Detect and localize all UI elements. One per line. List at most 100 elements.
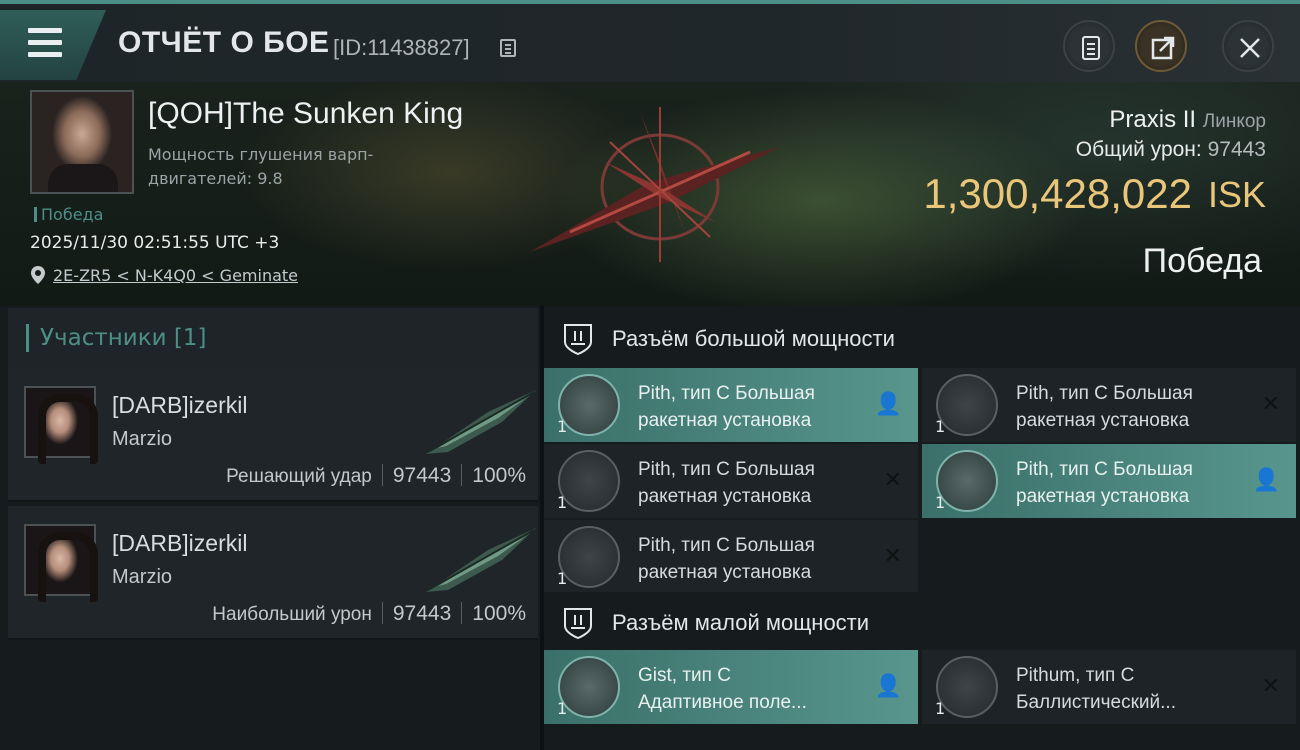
location-pin-icon: [31, 266, 45, 284]
participant-stats: Решающий удар 97443 100%: [226, 464, 526, 488]
participant-ship: Marzio: [112, 566, 173, 588]
participant-damage: 97443: [392, 464, 452, 487]
close-button[interactable]: [1222, 20, 1274, 72]
share-icon: [1151, 36, 1175, 60]
location-link[interactable]: 2E-ZR5 < N-K4Q0 < Geminate: [53, 266, 298, 285]
destroyed-x-icon: ✕: [883, 468, 902, 493]
module-item[interactable]: 1 Pith, тип C Большая ракетная установка …: [544, 520, 918, 594]
module-name: Pith, тип C Большая ракетная установка: [638, 380, 868, 434]
killmail-summary: [QOH]The Sunken King Мощность глушения в…: [0, 82, 1300, 306]
isk-value: 1,300,428,022: [923, 170, 1192, 217]
ship-render: [530, 107, 780, 262]
high-slot-header: Разъём большой мощности: [544, 308, 1300, 370]
module-name-line1: Gist, тип C: [638, 665, 731, 686]
warp-scramble-strength: Мощность глушения варп-двигателей: 9.8: [148, 145, 374, 188]
copy-icon[interactable]: [500, 39, 516, 57]
module-qty: 1: [557, 493, 568, 512]
module-qty: 1: [557, 569, 568, 588]
ship-class: Линкор: [1202, 111, 1266, 132]
low-slot-shield-icon: [564, 608, 592, 640]
launcher-icon: [558, 374, 620, 436]
report-id: [ID:11438827]: [333, 35, 470, 60]
module-name-line1: Pith, тип C Большая: [638, 459, 815, 480]
module-qty: 1: [557, 699, 568, 718]
module-name-line2: ракетная установка: [1016, 486, 1190, 507]
victim-name[interactable]: [QOH]The Sunken King: [148, 97, 463, 131]
launcher-icon: [936, 374, 998, 436]
low-slot-header: Разъём малой мощности: [544, 592, 1300, 654]
report-button[interactable]: [1063, 20, 1115, 72]
participant-card[interactable]: [DARB]izerkil Marzio Решающий удар 97443 1…: [8, 368, 538, 502]
module-item[interactable]: 1 Pith, тип C Большая ракетная установка …: [544, 444, 918, 518]
participant-name: [DARB]izerkil: [112, 392, 248, 418]
participant-ship: Marzio: [112, 428, 173, 450]
total-damage: Общий урон: 97443: [1076, 138, 1266, 162]
menu-icon-bar: [28, 40, 62, 45]
low-slot-title: Разъём малой мощности: [612, 610, 870, 635]
page-title: ОТЧЁТ О БОЕ: [118, 26, 330, 59]
kill-datetime: 2025/11/30 02:51:55 UTC +3: [30, 233, 280, 253]
module-qty: 1: [935, 493, 946, 512]
participant-percent: 100%: [472, 602, 526, 625]
high-slot-shield-icon: [564, 324, 592, 356]
isk-unit: ISK: [1207, 174, 1266, 215]
avatar: [24, 386, 98, 464]
total-damage-label: Общий урон:: [1075, 138, 1202, 161]
module-qty: 1: [935, 699, 946, 718]
share-button[interactable]: [1135, 20, 1187, 72]
participant-ship-render: [426, 390, 536, 454]
menu-button[interactable]: [0, 10, 106, 80]
close-icon: [1240, 38, 1260, 58]
dropped-person-icon: 👤: [1252, 468, 1280, 493]
module-name: Pith, тип C Большая ракетная установка: [638, 456, 868, 510]
participant-role: Решающий удар: [226, 466, 372, 487]
destroyed-x-icon: ✕: [1261, 674, 1280, 699]
module-name-line1: Pith, тип C Большая: [1016, 383, 1193, 404]
destroyed-x-icon: ✕: [883, 544, 902, 569]
avatar: [24, 524, 98, 602]
shield-module-icon: [558, 656, 620, 718]
module-name: Pith, тип C Большая ракетная установка: [1016, 380, 1246, 434]
menu-icon-bar: [28, 52, 62, 57]
ballistic-module-icon: [936, 656, 998, 718]
victim-ship[interactable]: Praxis II Линкор: [1109, 106, 1266, 134]
module-name-line2: Баллистический...: [1016, 692, 1176, 713]
module-item[interactable]: 1 Pith, тип C Большая ракетная установка …: [544, 368, 918, 442]
module-qty: 1: [935, 417, 946, 436]
participants-panel: Участники [1] [DARB]izerkil Marzio Решаю…: [0, 306, 540, 750]
participant-percent: 100%: [472, 464, 526, 487]
launcher-icon: [558, 450, 620, 512]
report-icon: [1082, 36, 1100, 60]
module-item[interactable]: 1 Pith, тип C Большая ракетная установка …: [922, 444, 1296, 518]
participant-ship-render: [426, 528, 536, 592]
module-name: Pith, тип C Большая ракетная установка: [638, 532, 868, 586]
high-slot-title: Разъём большой мощности: [612, 326, 895, 351]
module-name-line1: Pith, тип C Большая: [1016, 459, 1193, 480]
result-label: Победа: [1142, 242, 1262, 280]
module-name-line2: ракетная установка: [638, 486, 812, 507]
fitting-panel: Разъём большой мощности 1 Pith, тип C Бо…: [544, 306, 1300, 750]
module-name-line1: Pithum, тип C: [1016, 665, 1135, 686]
participant-name: [DARB]izerkil: [112, 530, 248, 556]
menu-icon: [28, 28, 62, 33]
launcher-icon: [558, 526, 620, 588]
module-name-line1: Pith, тип C Большая: [638, 383, 815, 404]
destroyed-x-icon: ✕: [1261, 392, 1280, 417]
victim-portrait[interactable]: [30, 90, 134, 194]
module-name-line1: Pith, тип C Большая: [638, 535, 815, 556]
participants-tab[interactable]: Участники [1]: [8, 308, 538, 368]
participant-card[interactable]: [DARB]izerkil Marzio Наибольший урон 9744…: [8, 506, 538, 640]
participant-damage: 97443: [392, 602, 452, 625]
victory-tag: Победа: [34, 205, 103, 224]
module-item[interactable]: 1 Gist, тип C Адаптивное поле... 👤: [544, 650, 918, 724]
module-name-line2: ракетная установка: [638, 562, 812, 583]
participants-title: Участники [1]: [40, 325, 207, 351]
module-name-line2: Адаптивное поле...: [638, 692, 807, 713]
module-item[interactable]: 1 Pith, тип C Большая ракетная установка …: [922, 368, 1296, 442]
ship-name: Praxis II: [1109, 106, 1197, 133]
participant-stats: Наибольший урон 97443 100%: [212, 602, 526, 626]
module-qty: 1: [557, 417, 568, 436]
module-name-line2: ракетная установка: [1016, 410, 1190, 431]
module-name: Pith, тип C Большая ракетная установка: [1016, 456, 1246, 510]
module-item[interactable]: 1 Pithum, тип C Баллистический... ✕: [922, 650, 1296, 724]
